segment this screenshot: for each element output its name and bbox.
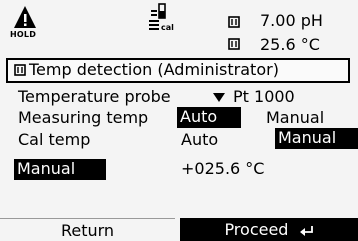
cal-temp-manual-option[interactable]: Manual (275, 128, 358, 149)
hold-label: HOLD (10, 30, 37, 39)
measurement-icon (228, 38, 240, 50)
return-softkey[interactable]: Return (0, 218, 175, 241)
menu-icon (14, 64, 26, 76)
temperature-probe-label: Temperature probe (18, 87, 171, 106)
temperature-reading: 25.6 °C (260, 35, 320, 54)
manual-temp-field[interactable]: Manual (14, 159, 106, 180)
enter-icon (299, 225, 313, 236)
calibration-icon: cal (149, 3, 174, 32)
measuring-temp-auto-option[interactable]: Auto (177, 107, 241, 128)
cal-label: cal (161, 23, 174, 32)
ph-reading: 7.00 pH (260, 11, 323, 30)
manual-temp-value[interactable]: +025.6 °C (181, 159, 264, 178)
measuring-temp-label: Measuring temp (18, 108, 149, 127)
temperature-probe-value[interactable]: Pt 1000 (233, 87, 295, 106)
measuring-temp-manual-option[interactable]: Manual (266, 108, 324, 127)
menu-title: Temp detection (Administrator) (29, 60, 279, 79)
proceed-label: Proceed (224, 220, 289, 239)
cal-temp-auto-option[interactable]: Auto (181, 130, 218, 149)
device-screen: HOLD cal 7.00 pH 25.6 °C Temp detection … (0, 0, 358, 241)
softkey-bar: Return Proceed (0, 218, 358, 241)
measurement-icon (228, 16, 240, 28)
dropdown-arrow-icon[interactable] (213, 93, 225, 102)
return-label: Return (60, 221, 115, 240)
proceed-softkey[interactable]: Proceed (180, 218, 358, 241)
cal-temp-label: Cal temp (18, 130, 91, 149)
menu-title-bar: Temp detection (Administrator) (6, 58, 350, 83)
